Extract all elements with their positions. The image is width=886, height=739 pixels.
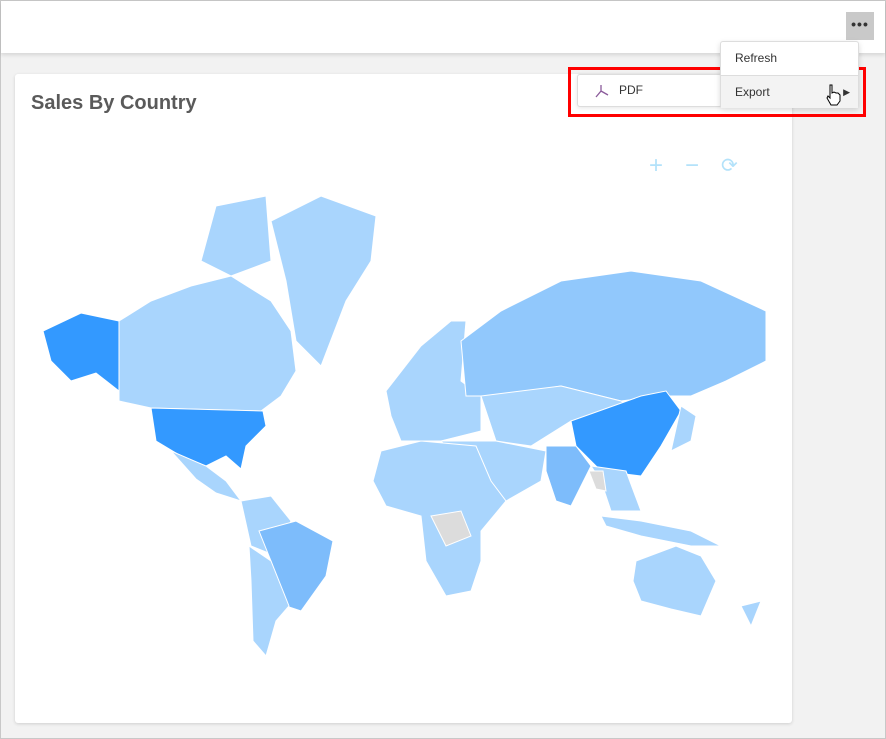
country-usa xyxy=(150,407,267,470)
refresh-label: Refresh xyxy=(735,51,778,65)
country-myanmar xyxy=(588,470,607,492)
country-canada xyxy=(118,275,297,412)
country-alaska xyxy=(42,312,120,393)
hand-cursor-icon xyxy=(826,84,841,106)
country-russia xyxy=(460,270,767,402)
export-submenu-pdf[interactable]: PDF xyxy=(577,74,722,107)
pdf-label: PDF xyxy=(619,83,643,97)
pdf-icon xyxy=(595,85,609,98)
country-india xyxy=(545,445,592,507)
submenu-arrow-icon: ▶ xyxy=(843,87,850,97)
export-label: Export xyxy=(735,85,770,99)
country-australia xyxy=(632,545,717,617)
sales-by-country-widget: Sales By Country + − ⟳ xyxy=(15,74,792,723)
menu-item-refresh[interactable]: Refresh xyxy=(721,42,858,75)
country-indonesia xyxy=(600,515,722,547)
world-map xyxy=(42,195,767,658)
more-options-button[interactable]: ••• xyxy=(846,12,874,40)
country-new-zealand xyxy=(740,600,762,628)
country-arctic-islands xyxy=(200,195,272,277)
